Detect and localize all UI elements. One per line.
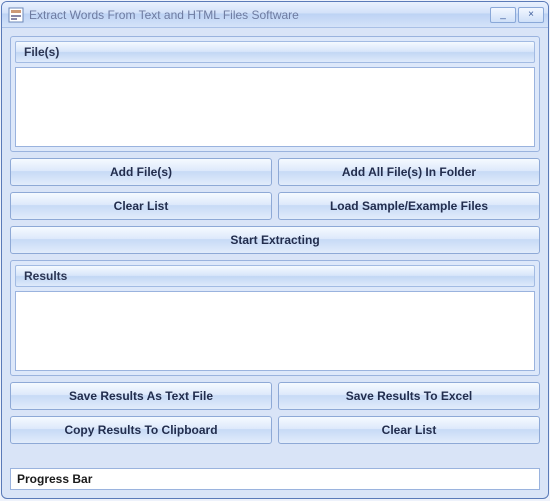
- row-save: Save Results As Text File Save Results T…: [10, 382, 540, 410]
- clear-list-top-button[interactable]: Clear List: [10, 192, 272, 220]
- start-extracting-button[interactable]: Start Extracting: [10, 226, 540, 254]
- files-group: File(s): [10, 36, 540, 152]
- save-excel-button[interactable]: Save Results To Excel: [278, 382, 540, 410]
- minimize-icon: _: [500, 10, 506, 20]
- files-listbox[interactable]: [15, 67, 535, 147]
- titlebar[interactable]: Extract Words From Text and HTML Files S…: [2, 2, 548, 28]
- save-text-button[interactable]: Save Results As Text File: [10, 382, 272, 410]
- row-copy-clear: Copy Results To Clipboard Clear List: [10, 416, 540, 444]
- client-area: File(s) Add File(s) Add All File(s) In F…: [2, 28, 548, 498]
- row-clear-sample: Clear List Load Sample/Example Files: [10, 192, 540, 220]
- minimize-button[interactable]: _: [490, 7, 516, 23]
- window-title: Extract Words From Text and HTML Files S…: [29, 8, 490, 22]
- clear-list-bottom-button[interactable]: Clear List: [278, 416, 540, 444]
- app-window: Extract Words From Text and HTML Files S…: [1, 1, 549, 499]
- add-all-folder-button[interactable]: Add All File(s) In Folder: [278, 158, 540, 186]
- results-listbox[interactable]: [15, 291, 535, 371]
- window-controls: _ ×: [490, 7, 544, 23]
- results-group: Results: [10, 260, 540, 376]
- copy-clipboard-button[interactable]: Copy Results To Clipboard: [10, 416, 272, 444]
- row-add: Add File(s) Add All File(s) In Folder: [10, 158, 540, 186]
- results-header: Results: [15, 265, 535, 287]
- close-icon: ×: [528, 10, 534, 20]
- app-icon: [8, 7, 24, 23]
- add-files-button[interactable]: Add File(s): [10, 158, 272, 186]
- load-sample-button[interactable]: Load Sample/Example Files: [278, 192, 540, 220]
- status-bar: Progress Bar: [10, 468, 540, 490]
- close-button[interactable]: ×: [518, 7, 544, 23]
- files-header: File(s): [15, 41, 535, 63]
- progress-label: Progress Bar: [17, 472, 92, 486]
